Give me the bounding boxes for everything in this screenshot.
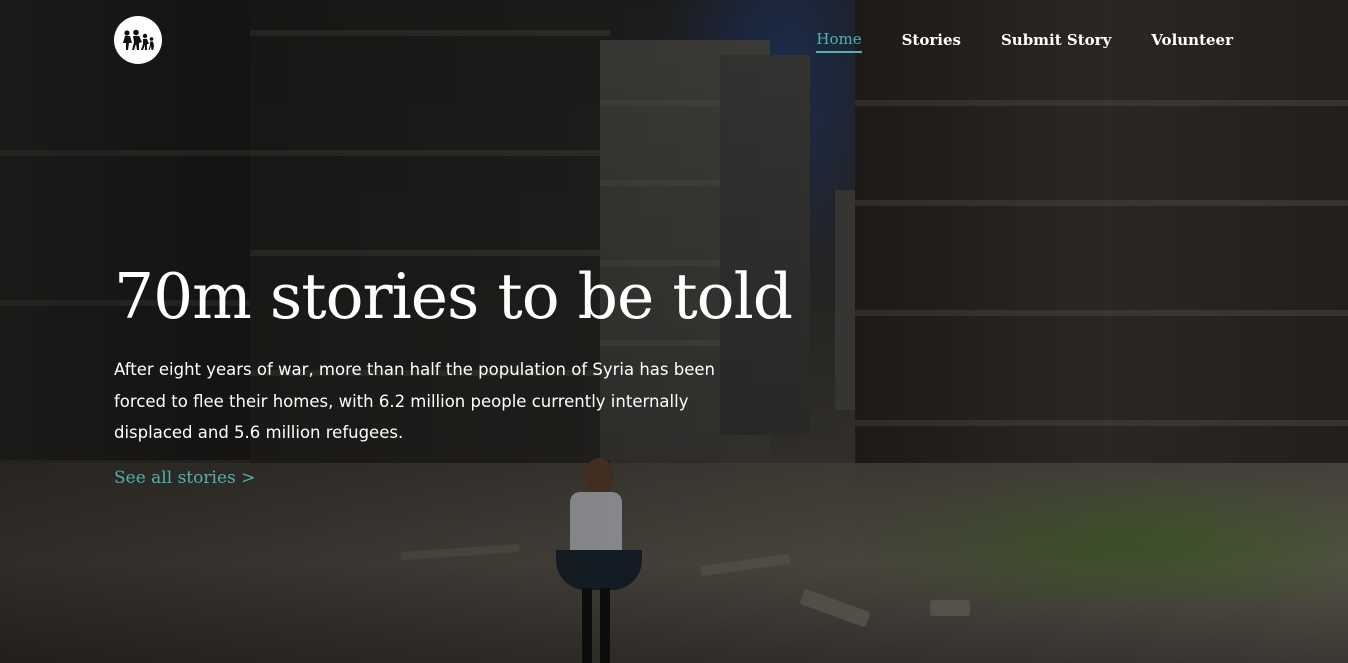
nav-home-link[interactable]: Home [816, 30, 862, 53]
logo[interactable] [114, 16, 162, 64]
hero-description: After eight years of war, more than half… [114, 360, 715, 442]
nav-stories-link[interactable]: Stories [902, 31, 961, 52]
refugee-family-icon [123, 29, 154, 50]
main-nav: Home Stories Submit Story Volunteer [816, 30, 1233, 53]
hero-content: 70m stories to be told After eight years… [114, 258, 834, 488]
hero-headline: 70m stories to be told [114, 260, 793, 333]
see-all-stories-link[interactable]: See all stories > [114, 468, 255, 488]
nav-volunteer-link[interactable]: Volunteer [1151, 31, 1233, 52]
nav-submit-story-link[interactable]: Submit Story [1001, 31, 1111, 52]
hero-section: Home Stories Submit Story Volunteer 70m … [0, 0, 1348, 663]
